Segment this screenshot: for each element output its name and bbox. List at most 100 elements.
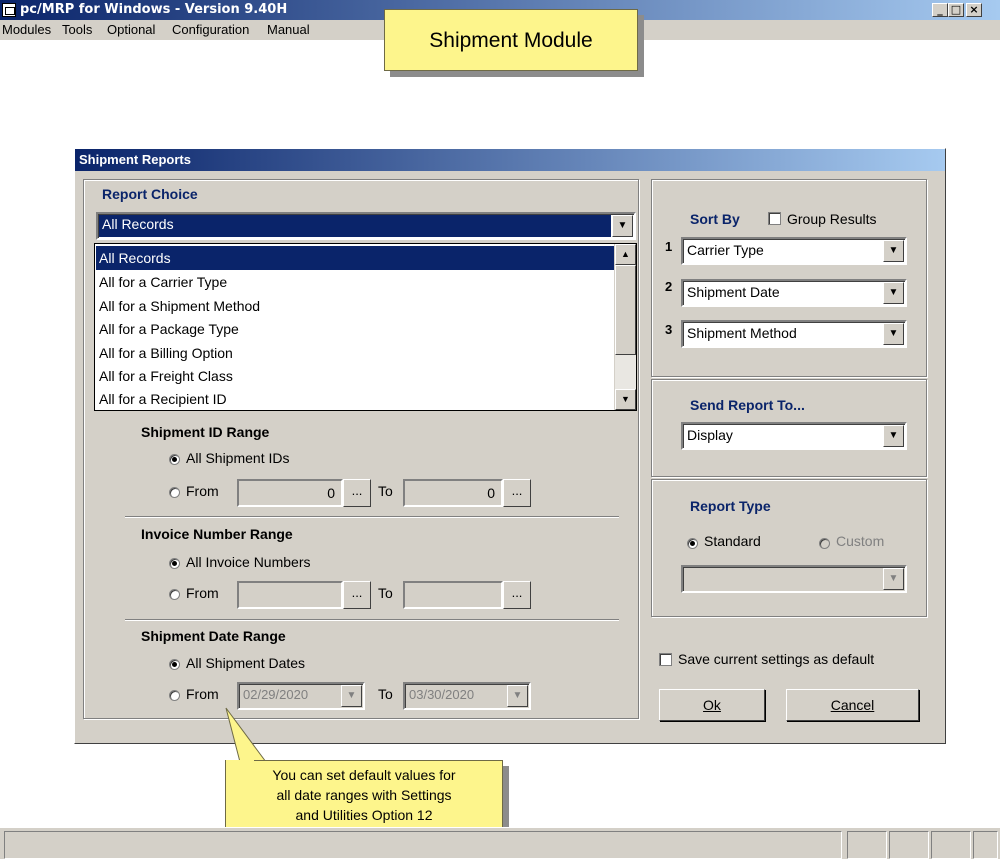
status-panel [4, 831, 842, 859]
scroll-up-icon[interactable]: ▲ [615, 244, 636, 265]
chevron-down-icon[interactable]: ▼ [883, 323, 904, 345]
sort-3-select[interactable]: Shipment Method ▼ [681, 320, 907, 348]
sort-by-label: Sort By [690, 211, 740, 227]
menu-modules[interactable]: Modules [2, 20, 51, 40]
save-default-label: Save current settings as default [678, 651, 875, 667]
chevron-down-icon[interactable]: ▼ [883, 425, 904, 447]
maximize-button[interactable]: □ [948, 3, 964, 17]
shipment-id-from-lookup-button[interactable]: ... [343, 479, 371, 507]
status-panel [973, 831, 998, 859]
list-item[interactable]: All for a Freight Class [99, 364, 233, 388]
date-to-select[interactable]: 03/30/2020 ▼ [403, 682, 531, 710]
status-panel [889, 831, 929, 859]
shipment-id-range-label: Shipment ID Range [141, 424, 270, 440]
sort-1-value: Carrier Type [687, 242, 764, 258]
menu-tools[interactable]: Tools [62, 20, 92, 40]
status-panel [847, 831, 887, 859]
minimize-button[interactable]: _ [932, 3, 948, 17]
menu-optional[interactable]: Optional [107, 20, 155, 40]
sort-1-select[interactable]: Carrier Type ▼ [681, 237, 907, 265]
ok-button-label: Ok [703, 697, 721, 713]
standard-label: Standard [704, 533, 761, 549]
standard-radio[interactable] [687, 538, 698, 549]
date-from-value: 02/29/2020 [243, 687, 309, 702]
custom-radio[interactable] [819, 538, 830, 549]
list-item[interactable]: All for a Billing Option [99, 341, 233, 365]
all-shipment-dates-label: All Shipment Dates [186, 655, 306, 671]
list-item[interactable]: All for a Recipient ID [99, 387, 227, 411]
cancel-button[interactable]: Cancel [786, 689, 919, 721]
send-report-to-value: Display [687, 427, 733, 443]
separator [125, 516, 619, 518]
status-panel [931, 831, 971, 859]
invoice-to-lookup-button[interactable]: ... [503, 581, 531, 609]
date-from-radio[interactable] [169, 690, 180, 701]
report-choice-select[interactable]: All Records ▼ [96, 212, 636, 240]
tip-callout: You can set default values for all date … [225, 760, 503, 830]
shipment-id-from-radio[interactable] [169, 487, 180, 498]
invoice-to-label: To [378, 585, 393, 601]
sort-1-number: 1 [665, 239, 673, 254]
tip-line-3: and Utilities Option 12 [295, 807, 433, 823]
sort-3-value: Shipment Method [687, 325, 797, 341]
sort-2-value: Shipment Date [687, 284, 780, 300]
dropdown-scrollbar[interactable]: ▲ ▼ [614, 244, 636, 410]
invoice-to-field[interactable] [403, 581, 503, 609]
menu-manual[interactable]: Manual [267, 20, 310, 40]
shipment-id-to-field[interactable]: 0 [403, 479, 503, 507]
sort-2-number: 2 [665, 279, 673, 294]
save-default-checkbox[interactable] [659, 653, 672, 666]
custom-report-select[interactable]: ▼ [681, 565, 907, 593]
shipment-reports-dialog: Shipment Reports Report Choice All Recor… [74, 148, 946, 744]
all-invoice-numbers-radio[interactable] [169, 558, 180, 569]
send-report-to-select[interactable]: Display ▼ [681, 422, 907, 450]
list-item[interactable]: All Records [99, 246, 171, 270]
list-item[interactable]: All for a Carrier Type [99, 270, 227, 294]
shipment-id-to-label: To [378, 483, 393, 499]
dialog-title: Shipment Reports [75, 149, 945, 171]
scrollbar-thumb[interactable] [615, 265, 636, 355]
invoice-range-label: Invoice Number Range [141, 526, 293, 542]
date-to-label: To [378, 686, 393, 702]
group-results-label: Group Results [787, 211, 877, 227]
all-shipment-ids-radio[interactable] [169, 454, 180, 465]
selected-highlight [96, 246, 614, 270]
ok-button[interactable]: Ok [659, 689, 765, 721]
custom-label: Custom [836, 533, 885, 549]
invoice-from-lookup-button[interactable]: ... [343, 581, 371, 609]
app-icon[interactable] [2, 3, 16, 17]
invoice-from-radio[interactable] [169, 589, 180, 600]
chevron-down-icon[interactable]: ▼ [883, 240, 904, 262]
close-button[interactable]: × [966, 3, 982, 17]
shipment-id-from-label: From [186, 483, 219, 499]
chevron-down-icon[interactable]: ▼ [507, 685, 528, 707]
separator [125, 619, 619, 621]
sort-3-number: 3 [665, 322, 673, 337]
invoice-from-field[interactable] [237, 581, 343, 609]
shipment-id-to-lookup-button[interactable]: ... [503, 479, 531, 507]
menu-configuration[interactable]: Configuration [172, 20, 249, 40]
chevron-down-icon[interactable]: ▼ [341, 685, 362, 707]
chevron-down-icon[interactable]: ▼ [883, 282, 904, 304]
report-type-label: Report Type [690, 498, 771, 514]
report-choice-value: All Records [102, 216, 174, 232]
group-results-checkbox[interactable] [768, 212, 781, 225]
scroll-down-icon[interactable]: ▼ [615, 389, 636, 410]
window-title: pc/MRP for Windows - Version 9.40H [20, 2, 288, 17]
cancel-button-label: Cancel [830, 697, 875, 713]
module-callout: Shipment Module [384, 9, 638, 71]
report-choice-label: Report Choice [102, 186, 198, 202]
tip-line-1: You can set default values for [272, 767, 456, 783]
chevron-down-icon[interactable]: ▼ [612, 215, 633, 237]
date-range-label: Shipment Date Range [141, 628, 286, 644]
report-choice-dropdown-list: All Records All for a Carrier Type All f… [94, 243, 637, 411]
all-shipment-dates-radio[interactable] [169, 659, 180, 670]
date-to-value: 03/30/2020 [409, 687, 475, 702]
all-shipment-ids-label: All Shipment IDs [186, 450, 290, 466]
chevron-down-icon[interactable]: ▼ [883, 568, 904, 590]
list-item[interactable]: All for a Package Type [99, 317, 239, 341]
tip-line-2: all date ranges with Settings [276, 787, 452, 803]
shipment-id-from-field[interactable]: 0 [237, 479, 343, 507]
sort-2-select[interactable]: Shipment Date ▼ [681, 279, 907, 307]
list-item[interactable]: All for a Shipment Method [99, 294, 260, 318]
